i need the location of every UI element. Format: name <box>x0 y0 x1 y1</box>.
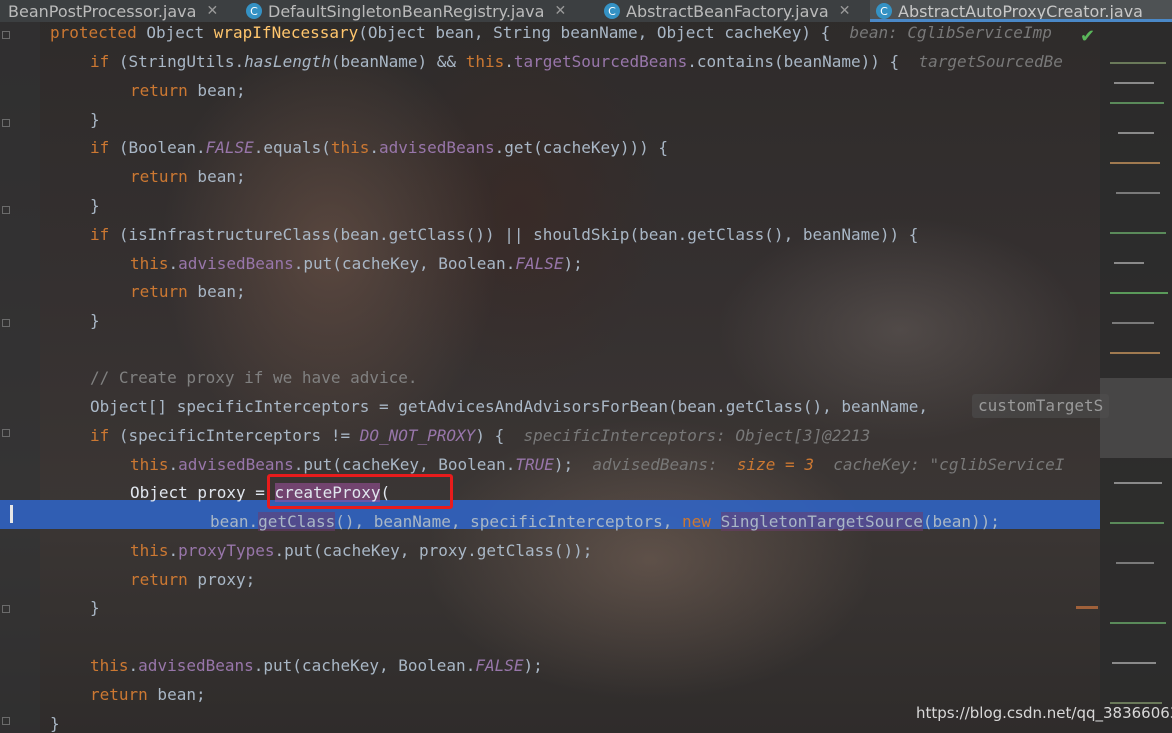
class-icon: C <box>604 3 620 19</box>
code-line: } <box>90 110 100 129</box>
annotation-red-box <box>267 474 453 509</box>
code-line: if (Boolean.FALSE.equals(this.advisedBea… <box>90 138 668 157</box>
tab-label: AbstractAutoProxyCreator.java <box>898 1 1143 21</box>
parameter-hint: customTargetS <box>972 394 1110 418</box>
editor-tab-bar: BeanPostProcessor.java ✕ C DefaultSingle… <box>0 0 1172 22</box>
close-icon[interactable]: ✕ <box>206 3 218 19</box>
class-icon: C <box>876 3 892 19</box>
code-line: this.proxyTypes.put(cacheKey, proxy.getC… <box>130 541 593 560</box>
code-line: this.advisedBeans.put(cacheKey, Boolean.… <box>90 656 543 675</box>
code-line: if (isInfrastructureClass(bean.getClass(… <box>90 225 919 244</box>
tab-abstractbeanfactory[interactable]: C AbstractBeanFactory.java ✕ <box>598 0 872 22</box>
tab-label: BeanPostProcessor.java <box>8 1 197 21</box>
code-line: } <box>90 598 100 617</box>
code-line: return bean; <box>130 167 246 186</box>
close-icon[interactable]: ✕ <box>554 3 566 19</box>
code-line: if (StringUtils.hasLength(beanName) && t… <box>90 52 1063 71</box>
code-line: Object[] specificInterceptors = getAdvic… <box>90 397 929 416</box>
code-line: this.advisedBeans.put(cacheKey, Boolean.… <box>130 254 583 273</box>
code-line: } <box>90 196 100 215</box>
code-line: bean.getClass(), beanName, specificInter… <box>210 512 1000 531</box>
code-line: return bean; <box>130 282 246 301</box>
code-line: } <box>50 714 60 733</box>
class-icon: C <box>246 3 262 19</box>
code-comment: // Create proxy if we have advice. <box>90 368 418 387</box>
code-line: if (specificInterceptors != DO_NOT_PROXY… <box>90 426 871 445</box>
code-line: return bean; <box>130 81 246 100</box>
tab-beanpostprocessor[interactable]: BeanPostProcessor.java ✕ <box>0 0 240 22</box>
code-editor[interactable]: protected Object wrapIfNecessary(Object … <box>0 22 1100 733</box>
tab-label: DefaultSingletonBeanRegistry.java <box>268 1 545 21</box>
code-line: return proxy; <box>130 570 256 589</box>
execution-point-marker <box>10 505 13 523</box>
code-line: } <box>90 311 100 330</box>
watermark-text: https://blog.csdn.net/qq_38366063 <box>916 704 1172 722</box>
close-icon[interactable]: ✕ <box>839 3 851 19</box>
checkmark-icon: ✔ <box>1080 26 1096 47</box>
code-line: protected Object wrapIfNecessary(Object … <box>50 23 1052 42</box>
tab-label: AbstractBeanFactory.java <box>626 1 829 21</box>
tab-abstractautoproxycreator[interactable]: C AbstractAutoProxyCreator.java <box>870 0 1172 22</box>
code-line: return bean; <box>90 685 206 704</box>
tab-defaultsingletonbeanregistry[interactable]: C DefaultSingletonBeanRegistry.java ✕ <box>240 0 594 22</box>
editor-scrollbar-minimap[interactable] <box>1076 22 1172 733</box>
